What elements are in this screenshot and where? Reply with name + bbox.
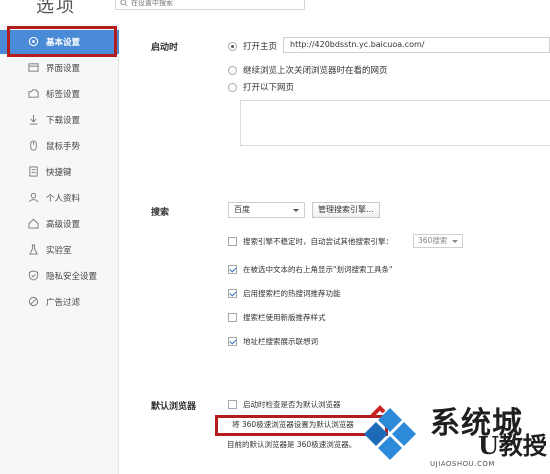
radio-label: 打开主页 xyxy=(243,42,278,52)
sidebar-item-adblock[interactable]: 广告过滤 xyxy=(0,290,119,314)
checkbox-label: 启用搜索栏的热搜词推荐功能 xyxy=(243,289,341,298)
sidebar-item-label: 界面设置 xyxy=(46,64,81,74)
user-icon xyxy=(28,192,39,203)
settings-search[interactable] xyxy=(115,0,305,10)
window-icon xyxy=(28,63,39,72)
startup-section-title: 启动时 xyxy=(151,43,179,53)
checkbox-indicator xyxy=(228,237,237,246)
default-browser-section-title: 默认浏览器 xyxy=(151,402,197,412)
tab-icon xyxy=(28,89,39,98)
highlight-box-basic-settings xyxy=(7,26,117,57)
sidebar-item-label: 个人资料 xyxy=(46,194,81,204)
sidebar-item-advanced[interactable]: 高级设置 xyxy=(0,212,119,236)
chevron-down-icon xyxy=(452,240,458,243)
checkbox-fallback-engine[interactable]: 搜索引擎不稳定时，自动尝试其他搜索引擎： xyxy=(228,236,393,247)
sidebar-item-label: 标签设置 xyxy=(46,90,81,100)
radio-label: 继续浏览上次关闭浏览器时在看的网页 xyxy=(243,66,388,76)
checkbox-suggestions[interactable]: 地址栏搜索展示联想词 xyxy=(228,336,318,347)
search-engine-select[interactable]: 百度 xyxy=(228,202,305,218)
windows-logo-icon xyxy=(364,405,416,460)
download-icon xyxy=(29,114,38,125)
sidebar-item-gestures[interactable]: 鼠标手势 xyxy=(0,134,119,158)
radio-indicator xyxy=(228,65,237,75)
fallback-engine-value: 360搜索 xyxy=(418,236,448,245)
sidebar-item-interface[interactable]: 界面设置 xyxy=(0,56,119,80)
shield-icon xyxy=(28,270,39,281)
radio-continue-session[interactable]: 继续浏览上次关闭浏览器时在看的网页 xyxy=(228,64,388,76)
sidebar-item-label: 高级设置 xyxy=(46,220,81,230)
sidebar-item-download[interactable]: 下载设置 xyxy=(0,108,119,132)
fallback-engine-select[interactable]: 360搜索 xyxy=(413,234,463,248)
homepage-url-input[interactable]: http://420bdsstn.yc.baicuoa.com/ xyxy=(283,37,550,53)
checkbox-label: 在被选中文本的右上角显示"划词搜索工具条" xyxy=(243,265,393,274)
search-input[interactable] xyxy=(128,0,304,7)
sidebar-item-lab[interactable]: 实验室 xyxy=(0,238,119,262)
sidebar-item-label: 实验室 xyxy=(46,246,72,256)
checkbox-indicator xyxy=(228,337,237,346)
radio-label: 打开以下网页 xyxy=(243,83,295,93)
checkbox-indicator xyxy=(228,313,237,322)
window-title: 选项 xyxy=(36,0,76,17)
sidebar-item-label: 下载设置 xyxy=(46,116,81,126)
watermark-brand: U教授 xyxy=(478,431,547,460)
checkbox-indicator xyxy=(228,400,237,409)
sidebar-item-label: 广告过滤 xyxy=(46,298,81,308)
checkbox-indicator xyxy=(228,289,237,298)
radio-open-pages[interactable]: 打开以下网页 xyxy=(228,81,294,93)
search-icon xyxy=(120,0,128,7)
sidebar-item-label: 隐私安全设置 xyxy=(46,272,98,282)
sidebar-item-privacy[interactable]: 隐私安全设置 xyxy=(0,264,119,288)
sidebar-item-label: 快捷键 xyxy=(46,168,72,178)
checkbox-hot-search[interactable]: 启用搜索栏的热搜词推荐功能 xyxy=(228,288,341,299)
checkbox-indicator xyxy=(228,265,237,274)
chevron-down-icon xyxy=(293,209,299,212)
checkbox-check-default[interactable]: 启动时检查是否为默认浏览器 xyxy=(228,399,341,410)
checkbox-label: 地址栏搜索展示联想词 xyxy=(243,337,318,346)
sidebar-item-shortcuts[interactable]: 快捷键 xyxy=(0,160,119,184)
radio-indicator xyxy=(228,41,237,51)
checkbox-new-style[interactable]: 搜索栏使用新版推荐样式 xyxy=(228,312,326,323)
search-section-title: 搜索 xyxy=(151,208,170,218)
checkbox-selection-toolbar[interactable]: 在被选中文本的右上角显示"划词搜索工具条" xyxy=(228,264,392,275)
block-icon xyxy=(28,296,39,307)
sidebar-item-label: 鼠标手势 xyxy=(46,142,81,152)
watermark-site: UJIAOSHOU.COM xyxy=(430,460,495,468)
radio-indicator xyxy=(228,82,237,92)
sidebar: 基本设置 界面设置 标签设置 下载设置 鼠标手势 快捷键 个人资料 高级设置 实… xyxy=(0,24,119,474)
checkbox-label: 搜索引擎不稳定时，自动尝试其他搜索引擎： xyxy=(243,237,393,246)
checkbox-label: 搜索栏使用新版推荐样式 xyxy=(243,313,326,322)
search-engine-value: 百度 xyxy=(234,205,250,214)
lab-icon xyxy=(29,244,38,255)
radio-open-homepage[interactable]: 打开主页 xyxy=(228,40,277,52)
keyboard-icon xyxy=(29,166,38,177)
default-browser-note: 目前的默认浏览器是 360极速浏览器。 xyxy=(227,440,357,449)
mouse-icon xyxy=(30,140,37,151)
checkbox-label: 启动时检查是否为默认浏览器 xyxy=(243,400,341,409)
manage-search-engines-button[interactable]: 管理搜索引擎... xyxy=(312,202,380,218)
startup-pages-list[interactable] xyxy=(240,100,550,146)
sidebar-item-profile[interactable]: 个人资料 xyxy=(0,186,119,210)
house-icon xyxy=(28,218,39,229)
sidebar-item-tabs[interactable]: 标签设置 xyxy=(0,82,119,106)
